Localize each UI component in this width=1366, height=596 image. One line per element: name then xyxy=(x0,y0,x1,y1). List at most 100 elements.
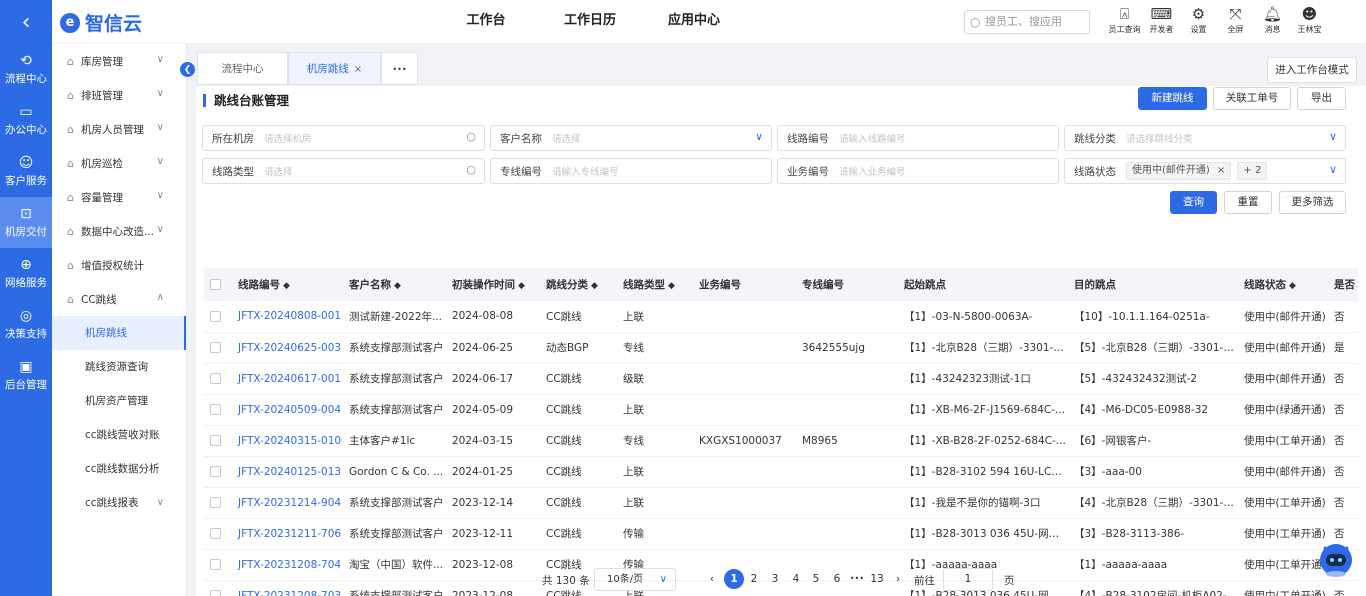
next-page-button[interactable]: › xyxy=(888,569,908,589)
row-checkbox[interactable] xyxy=(204,456,232,488)
line-number-link[interactable]: JFTX-20231214-904 xyxy=(232,487,343,519)
left-nav-item-decision[interactable]: ◎ 决策支持 xyxy=(0,299,52,350)
left-nav-item-customer[interactable]: ☺ 客户服务 xyxy=(0,146,52,197)
page-button-2[interactable]: 2 xyxy=(744,569,764,589)
line-number-link[interactable]: JFTX-20240315-010 xyxy=(232,425,343,457)
sub-nav-item-authorization-stats[interactable]: ⌂ 增值授权统计 xyxy=(52,248,186,282)
page-button-1[interactable]: 1 xyxy=(724,569,744,589)
line-status-select[interactable]: 线路状态 使用中(邮件开通) × + 2 ∨ xyxy=(1064,158,1346,184)
sub-nav-group-warehouse[interactable]: ⌂ 库房管理 ∨ xyxy=(52,44,186,78)
employee-query-button[interactable]: ⍓ 员工查询 xyxy=(1106,4,1143,35)
col-category[interactable]: 跳线分类 ◆ xyxy=(540,268,617,301)
enter-workbench-mode-button[interactable]: 进入工作台模式 xyxy=(1267,57,1357,83)
col-line-type[interactable]: 线路类型 ◆ xyxy=(617,268,693,301)
customer-select[interactable]: 客户名称 请选择 ∨ xyxy=(490,125,772,151)
line-number-input[interactable]: 线路编号 请输入线路编号 xyxy=(777,125,1059,151)
back-icon[interactable]: ‹ xyxy=(0,0,52,44)
link-ticket-button[interactable]: 关联工单号 xyxy=(1213,87,1291,110)
line-number-link[interactable]: JFTX-20240808-001 xyxy=(232,301,343,333)
tag-close-icon[interactable]: × xyxy=(1217,165,1225,176)
top-nav-app-center[interactable]: 应用中心 xyxy=(642,0,746,44)
fullscreen-button[interactable]: ⤧ 全屏 xyxy=(1217,4,1254,35)
user-menu[interactable]: ☻ 王林宝 xyxy=(1291,4,1328,35)
developer-button[interactable]: ⌨ 开发者 xyxy=(1143,4,1180,35)
more-filters-button[interactable]: 更多筛选 xyxy=(1279,191,1346,214)
table-row[interactable]: JFTX-20231211-706 系统支撑部测试客户 2023-12-11 CC跳线… xyxy=(204,518,1358,550)
global-search-input[interactable]: ○ 搜员工、搜应用 xyxy=(964,10,1090,34)
prev-page-button[interactable]: ‹ xyxy=(702,569,722,589)
page-button-4[interactable]: 4 xyxy=(786,569,806,589)
top-nav-calendar[interactable]: 工作日历 xyxy=(538,0,642,44)
left-nav-item-office[interactable]: ▭ 办公中心 xyxy=(0,95,52,146)
sub-nav-group-staff[interactable]: ⌂ 机房人员管理 ∨ xyxy=(52,112,186,146)
business-number-input[interactable]: 业务编号 请输入业务编号 xyxy=(777,158,1059,184)
table-row[interactable]: JFTX-20240617-001 系统支撑部测试客户 2024-06-17 CC跳线… xyxy=(204,363,1358,395)
row-checkbox[interactable] xyxy=(204,332,232,364)
sort-icon[interactable]: ◆ xyxy=(283,281,290,291)
sub-nav-group-capacity[interactable]: ⌂ 容量管理 ∨ xyxy=(52,180,186,214)
page-button-13[interactable]: 13 xyxy=(867,569,887,589)
line-number-link[interactable]: JFTX-20240625-003 xyxy=(232,332,343,364)
row-checkbox[interactable] xyxy=(204,301,232,333)
table-row[interactable]: JFTX-20240125-013 Gordon C & Co. ... 2024-… xyxy=(204,456,1358,488)
tab-process-center[interactable]: 流程中心 xyxy=(197,52,288,85)
select-all-checkbox[interactable] xyxy=(204,268,232,301)
new-jumper-button[interactable]: 新建跳线 xyxy=(1138,87,1207,110)
top-nav-workbench[interactable]: 工作台 xyxy=(434,0,538,44)
left-nav-item-flow[interactable]: ⟲ 流程中心 xyxy=(0,44,52,95)
sub-nav-group-inspection[interactable]: ⌂ 机房巡检 ∨ xyxy=(52,146,186,180)
row-checkbox[interactable] xyxy=(204,518,232,550)
page-size-select[interactable]: 10条/页 ∨ xyxy=(594,568,676,591)
tab-room-jumper[interactable]: 机房跳线 × xyxy=(288,52,381,85)
table-row[interactable]: JFTX-20240315-010 主体客户#1lc 2024-03-15 CC跳线专… xyxy=(204,425,1358,457)
dedicated-line-input[interactable]: 专线编号 请输入专线编号 xyxy=(490,158,772,184)
line-number-link[interactable]: JFTX-20240509-004 xyxy=(232,394,343,426)
row-checkbox[interactable] xyxy=(204,363,232,395)
line-number-link[interactable]: JFTX-20240125-013 xyxy=(232,456,343,488)
sort-icon[interactable]: ◆ xyxy=(518,281,525,291)
row-checkbox[interactable] xyxy=(204,394,232,426)
sub-nav-group-schedule[interactable]: ⌂ 排班管理 ∨ xyxy=(52,78,186,112)
goto-page-input[interactable]: 1 xyxy=(943,568,993,591)
close-icon[interactable]: × xyxy=(354,64,362,75)
room-select[interactable]: 所在机房 请选择机房 ○ xyxy=(202,125,485,151)
sub-nav-group-dc-renovation[interactable]: ⌂ 数据中心改造... ∨ xyxy=(52,214,186,248)
app-logo[interactable]: e 智信云 xyxy=(60,9,142,36)
line-number-link[interactable]: JFTX-20231211-706 xyxy=(232,518,343,550)
sub-nav-item-room-jumper[interactable]: 机房跳线 xyxy=(52,316,186,350)
line-type-select[interactable]: 线路类型 请选择 ○ xyxy=(202,158,485,184)
row-checkbox[interactable] xyxy=(204,425,232,457)
sub-nav-item-cc-report[interactable]: cc跳线报表 ∨ xyxy=(52,486,186,520)
table-row[interactable]: JFTX-20240808-001 测试新建-2022年... 2024-08-08… xyxy=(204,301,1358,333)
sub-nav-item-room-asset[interactable]: 机房资产管理 xyxy=(52,384,186,418)
sub-nav-group-cc-jumper[interactable]: ⌂ CC跳线 ∧ xyxy=(52,282,186,316)
export-button[interactable]: 导出 xyxy=(1297,87,1346,110)
assistant-robot-icon[interactable] xyxy=(1317,540,1355,580)
settings-button[interactable]: ⚙ 设置 xyxy=(1180,4,1217,35)
page-button-5[interactable]: 5 xyxy=(806,569,826,589)
jumper-category-select[interactable]: 跳线分类 请选择跳线分类 ∨ xyxy=(1064,125,1346,151)
tab-more-button[interactable]: ••• xyxy=(381,52,418,85)
page-button-3[interactable]: 3 xyxy=(765,569,785,589)
col-line-number[interactable]: 线路编号 ◆ xyxy=(232,268,343,301)
sort-icon[interactable]: ◆ xyxy=(591,281,598,291)
col-install-time[interactable]: 初装操作时间 ◆ xyxy=(446,268,540,301)
row-checkbox[interactable] xyxy=(204,487,232,519)
col-customer[interactable]: 客户名称 ◆ xyxy=(343,268,446,301)
table-row[interactable]: JFTX-20231214-904 系统支撑部测试客户 2023-12-14 CC跳线… xyxy=(204,487,1358,519)
sort-icon[interactable]: ◆ xyxy=(1289,281,1296,291)
query-button[interactable]: 查询 xyxy=(1170,191,1217,214)
line-number-link[interactable]: JFTX-20240617-001 xyxy=(232,363,343,395)
table-row[interactable]: JFTX-20240625-003 系统支撑部测试客户 2024-06-25 动态BG… xyxy=(204,332,1358,364)
sub-nav-item-cc-revenue-reconciliation[interactable]: cc跳线营收对账 xyxy=(52,418,186,452)
left-nav-item-delivery[interactable]: ⊡ 机房交付 xyxy=(0,197,52,248)
reset-button[interactable]: 重置 xyxy=(1224,191,1272,214)
page-ellipsis[interactable]: ••• xyxy=(847,569,867,589)
table-row[interactable]: JFTX-20240509-004 系统支撑部测试客户 2024-05-09 CC跳线… xyxy=(204,394,1358,426)
col-status[interactable]: 线路状态 ◆ xyxy=(1238,268,1328,301)
sort-icon[interactable]: ◆ xyxy=(668,281,675,291)
left-nav-item-admin[interactable]: ▣ 后台管理 xyxy=(0,350,52,401)
sort-icon[interactable]: ◆ xyxy=(394,281,401,291)
sub-nav-item-jumper-resource-query[interactable]: 跳线资源查询 xyxy=(52,350,186,384)
messages-button[interactable]: 🔔︎ 消息 xyxy=(1254,4,1291,35)
